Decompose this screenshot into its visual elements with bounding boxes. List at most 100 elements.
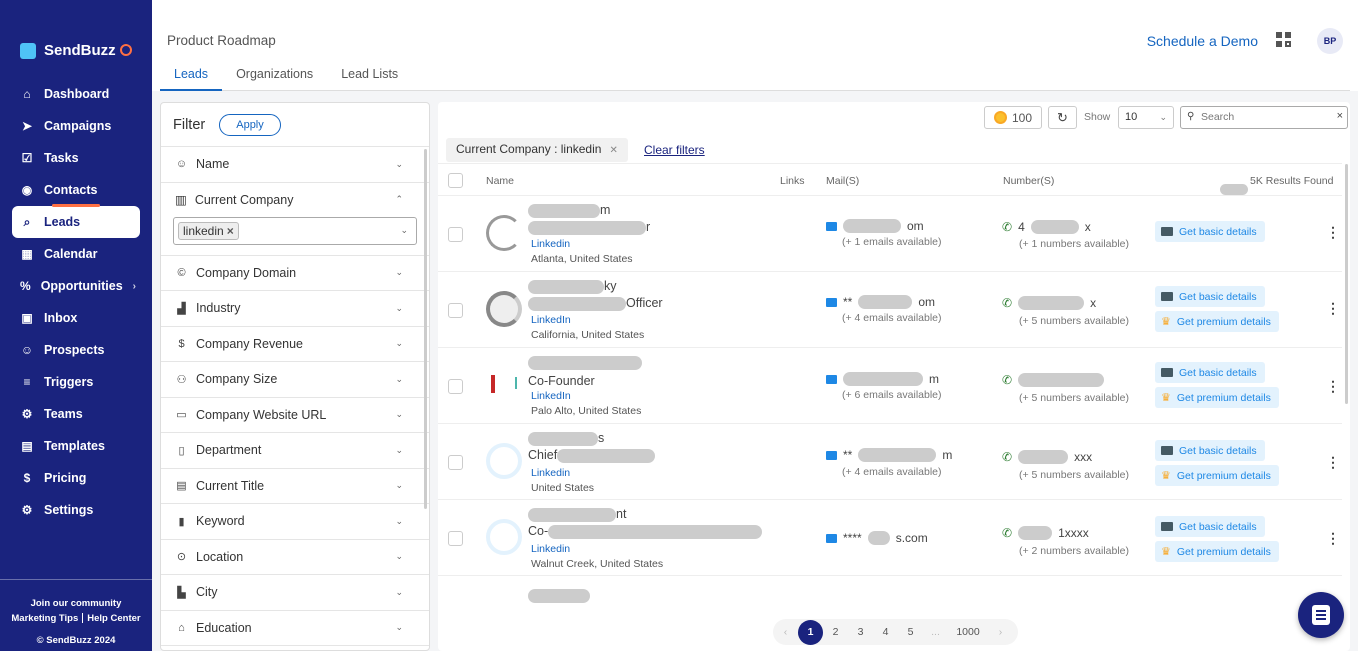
- results-scrollbar[interactable]: [1345, 164, 1348, 404]
- linkedin-link[interactable]: Linkedin: [531, 467, 570, 479]
- get-premium-details-button[interactable]: ♛ Get premium details: [1155, 465, 1279, 486]
- clear-search-icon[interactable]: ×: [1337, 110, 1343, 122]
- sidebar-item-dashboard[interactable]: ⌂ Dashboard: [0, 78, 152, 110]
- page-4[interactable]: 4: [873, 620, 898, 645]
- sidebar-item-calendar[interactable]: ▦ Calendar: [0, 238, 152, 270]
- filter-chip: linkedin ×: [178, 221, 239, 240]
- schedule-demo-link[interactable]: Schedule a Demo: [1147, 33, 1258, 49]
- remove-filter-icon[interactable]: ✕: [609, 145, 617, 156]
- tab-organizations[interactable]: Organizations: [222, 60, 327, 91]
- table-row[interactable]: ky Officer LinkedIn California, United S…: [438, 272, 1342, 348]
- table-row[interactable]: Co-Founder LinkedIn Palo Alto, United St…: [438, 348, 1342, 424]
- sidebar-item-teams[interactable]: ⚙ Teams: [0, 398, 152, 430]
- filter-keyword[interactable]: ▮ Keyword ⌄: [161, 504, 429, 540]
- sidebar-item-prospects[interactable]: ☺ Prospects: [0, 334, 152, 366]
- search-input[interactable]: ⚲ Search ×: [1180, 106, 1348, 129]
- linkedin-link[interactable]: Linkedin: [531, 238, 570, 250]
- sidebar-item-leads[interactable]: ⌕ Leads: [12, 204, 140, 238]
- sidebar-item-campaigns[interactable]: ➤ Campaigns: [0, 110, 152, 142]
- prev-page-button[interactable]: ‹: [773, 620, 798, 645]
- apps-grid-icon[interactable]: [1276, 32, 1292, 48]
- sidebar-item-label: Leads: [44, 215, 81, 229]
- filter-current-title[interactable]: ▤ Current Title ⌄: [161, 469, 429, 504]
- tab-lead-lists[interactable]: Lead Lists: [327, 60, 412, 91]
- chevron-down-icon[interactable]: ⌄: [400, 225, 408, 236]
- more-options-icon[interactable]: ⋮: [1326, 378, 1340, 395]
- get-basic-details-button[interactable]: Get basic details: [1155, 516, 1265, 537]
- get-basic-details-button[interactable]: Get basic details: [1155, 440, 1265, 461]
- get-premium-details-button[interactable]: ♛ Get premium details: [1155, 387, 1279, 408]
- linkedin-link[interactable]: LinkedIn: [531, 390, 571, 402]
- sidebar-item-triggers[interactable]: ≡ Triggers: [0, 366, 152, 398]
- get-basic-details-button[interactable]: Get basic details: [1155, 221, 1265, 242]
- table-row[interactable]: s Chief Linkedin United States ** m (+ 4 …: [438, 424, 1342, 500]
- row-checkbox[interactable]: [448, 455, 463, 470]
- percent-icon: %: [20, 279, 31, 293]
- filter-department[interactable]: ▯ Department ⌄: [161, 433, 429, 469]
- filter-company-domain[interactable]: © Company Domain ⌄: [161, 256, 429, 291]
- emails-available: (+ 1 emails available): [842, 236, 942, 248]
- linkedin-link[interactable]: LinkedIn: [531, 314, 571, 326]
- get-basic-details-button[interactable]: Get basic details: [1155, 362, 1265, 383]
- dollar-icon: $: [23, 471, 31, 485]
- marketing-tips-link[interactable]: Marketing Tips: [11, 613, 78, 624]
- more-options-icon[interactable]: ⋮: [1326, 530, 1340, 547]
- get-premium-details-button[interactable]: ♛ Get premium details: [1155, 541, 1279, 562]
- filter-company-website-url[interactable]: ▭ Company Website URL ⌄: [161, 398, 429, 433]
- filter-name[interactable]: ☺ Name ⌄: [161, 147, 429, 183]
- more-options-icon[interactable]: ⋮: [1326, 300, 1340, 317]
- get-premium-details-button[interactable]: ♛ Get premium details: [1155, 311, 1279, 332]
- get-basic-details-button[interactable]: Get basic details: [1155, 286, 1265, 307]
- filter-education[interactable]: ⌂ Education ⌄: [161, 611, 429, 646]
- tab-leads[interactable]: Leads: [160, 60, 223, 91]
- row-checkbox[interactable]: [448, 379, 463, 394]
- sidebar-item-contacts[interactable]: ◉ Contacts: [0, 174, 152, 206]
- page-size-select[interactable]: 10 ⌄: [1118, 106, 1174, 129]
- table-row[interactable]: m r Linkedin Atlanta, United States om (…: [438, 196, 1342, 272]
- next-page-button[interactable]: ›: [988, 620, 1013, 645]
- help-center-link[interactable]: Help Center: [87, 613, 140, 624]
- brand[interactable]: SendBuzz: [20, 42, 132, 59]
- sidebar-item-opportunities[interactable]: % Opportunities ›: [0, 270, 152, 302]
- phone-icon: ✆: [1002, 373, 1013, 387]
- sidebar-item-pricing[interactable]: $ Pricing: [0, 462, 152, 494]
- credits-badge[interactable]: 100: [984, 106, 1042, 129]
- apply-button[interactable]: Apply: [219, 113, 281, 136]
- refresh-button[interactable]: ↻: [1048, 106, 1077, 129]
- table-row[interactable]: nt Co- Linkedin Walnut Creek, United Sta…: [438, 500, 1342, 576]
- linkedin-link[interactable]: Linkedin: [531, 543, 570, 555]
- sidebar-item-inbox[interactable]: ▣ Inbox: [0, 302, 152, 334]
- filter-scrollbar[interactable]: [424, 149, 427, 509]
- current-company-input[interactable]: linkedin × ⌄: [173, 216, 417, 245]
- avatar[interactable]: BP: [1317, 28, 1343, 54]
- sidebar-item-templates[interactable]: ▤ Templates: [0, 430, 152, 462]
- community-link[interactable]: Join our community: [0, 596, 152, 611]
- select-all-checkbox[interactable]: [448, 173, 463, 188]
- page-2[interactable]: 2: [823, 620, 848, 645]
- more-options-icon[interactable]: ⋮: [1326, 454, 1340, 471]
- page-1000[interactable]: 1000: [948, 620, 988, 645]
- filter-current-company-header[interactable]: ▥ Current Company ⌃: [173, 183, 417, 217]
- sidebar-item-settings[interactable]: ⚙ Settings: [0, 494, 152, 526]
- row-checkbox[interactable]: [448, 531, 463, 546]
- avatar: [486, 367, 522, 403]
- chat-button[interactable]: [1298, 592, 1344, 638]
- table-row[interactable]: [438, 576, 1342, 606]
- filter-company-size[interactable]: ⚇ Company Size ⌄: [161, 362, 429, 398]
- page-5[interactable]: 5: [898, 620, 923, 645]
- chip-remove-icon[interactable]: ×: [227, 224, 234, 238]
- clear-filters-link[interactable]: Clear filters: [644, 143, 705, 157]
- row-checkbox[interactable]: [448, 227, 463, 242]
- row-checkbox[interactable]: [448, 303, 463, 318]
- chevron-down-icon: ⌄: [395, 409, 403, 420]
- filter-location[interactable]: ⊙ Location ⌄: [161, 540, 429, 575]
- filter-city[interactable]: ▙ City ⌄: [161, 575, 429, 611]
- sidebar-item-tasks[interactable]: ☑ Tasks: [0, 142, 152, 174]
- filter-industry[interactable]: ▟ Industry ⌄: [161, 291, 429, 327]
- col-numbers: Number(S): [1003, 175, 1055, 187]
- page-1[interactable]: 1: [798, 619, 823, 645]
- page-3[interactable]: 3: [848, 620, 873, 645]
- city-icon: ▙: [177, 586, 186, 599]
- filter-company-revenue[interactable]: $ Company Revenue ⌄: [161, 327, 429, 362]
- more-options-icon[interactable]: ⋮: [1326, 224, 1340, 241]
